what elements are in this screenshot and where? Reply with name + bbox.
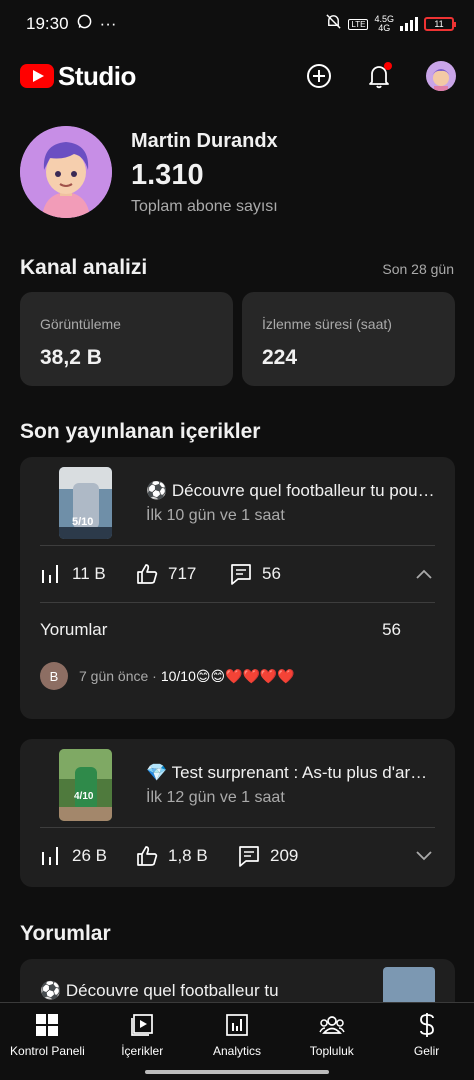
views-stat: 26 B xyxy=(40,846,136,866)
commenter-avatar: B xyxy=(40,662,68,690)
likes-stat: 717 xyxy=(136,563,230,585)
silent-alarm-icon xyxy=(325,13,342,35)
thumbnail-label: 4/10 xyxy=(74,791,94,802)
bar-chart-icon xyxy=(42,847,58,865)
metric-card-watch-time[interactable]: İzlenme süresi (saat) 224 xyxy=(242,292,455,386)
video-title: 💎 Test surprenant : As-tu plus d'argent xyxy=(146,763,435,782)
video-age: İlk 12 gün ve 1 saat xyxy=(146,789,285,806)
notifications-button[interactable] xyxy=(366,62,392,89)
content-icon xyxy=(129,1012,155,1038)
bar-chart-icon xyxy=(42,565,58,583)
recent-header: Son yayınlanan içerikler xyxy=(20,420,454,444)
nav-item-community[interactable]: Topluluk xyxy=(284,1003,379,1080)
app-header: Studio xyxy=(0,48,474,104)
thumbnail-label: 5/10 xyxy=(72,516,93,528)
nav-label: Gelir xyxy=(413,1044,440,1058)
home-indicator[interactable] xyxy=(145,1070,329,1074)
account-avatar[interactable] xyxy=(426,61,456,91)
video-card: 5/10 ⚽ Découvre quel footballeur tu pour… xyxy=(20,457,455,719)
nav-item-dashboard[interactable]: Kontrol Paneli xyxy=(0,1003,95,1080)
comments-section-header: Yorumlar xyxy=(20,922,454,946)
comment-preview-thumbnail xyxy=(383,967,435,1007)
video-title: ⚽ Découvre quel footballeur tu pourrais … xyxy=(146,481,435,500)
nav-item-content[interactable]: İçerikler xyxy=(95,1003,190,1080)
video-stats: 11 B 717 56 xyxy=(20,546,455,602)
comment-item[interactable]: B 7 gün önce · 10/10😊😊❤️❤️❤️❤️ xyxy=(20,657,455,695)
nav-label: Kontrol Paneli xyxy=(10,1044,85,1058)
metric-label: İzlenme süresi (saat) xyxy=(262,316,392,332)
chevron-up-icon xyxy=(416,569,432,579)
nav-label: Topluluk xyxy=(309,1044,354,1058)
comments-header[interactable]: Yorumlar 56 xyxy=(20,603,455,657)
channel-profile: Martin Durandx 1.310 Toplam abone sayısı xyxy=(20,126,278,218)
nav-item-analytics[interactable]: Analytics xyxy=(190,1003,285,1080)
likes-stat: 1,8 B xyxy=(136,845,238,867)
nav-label: Analytics xyxy=(212,1044,261,1058)
comments-total: 56 xyxy=(382,620,401,639)
channel-name: Martin Durandx xyxy=(131,130,278,152)
comment-preview-title: ⚽ Découvre quel footballeur tu xyxy=(40,981,279,1000)
status-more: ··· xyxy=(99,14,117,33)
video-thumbnail[interactable]: 5/10 xyxy=(59,467,112,539)
channel-avatar[interactable] xyxy=(20,126,112,218)
earn-icon xyxy=(414,1012,440,1038)
subscriber-count: 1.310 xyxy=(131,159,204,191)
comments-label: Yorumlar xyxy=(40,620,108,639)
metric-label: Görüntüleme xyxy=(40,316,121,332)
video-stats: 26 B 1,8 B 209 xyxy=(20,828,455,884)
signal-icon xyxy=(400,17,418,31)
dashboard-icon xyxy=(34,1012,60,1038)
comment-icon xyxy=(239,846,259,867)
subscriber-label: Toplam abone sayısı xyxy=(131,198,278,215)
comments-stat: 209 xyxy=(238,845,298,867)
youtube-play-icon xyxy=(20,64,54,88)
analytics-period[interactable]: Son 28 gün xyxy=(382,261,454,277)
expand-button[interactable] xyxy=(413,845,435,867)
metric-card-views[interactable]: Görüntüleme 38,2 B xyxy=(20,292,233,386)
analytics-title: Kanal analizi xyxy=(20,256,148,279)
video-row[interactable]: 4/10 💎 Test surprenant : As-tu plus d'ar… xyxy=(20,739,455,827)
chevron-down-icon xyxy=(416,851,432,861)
status-time: 19:30 xyxy=(26,14,69,33)
comment-time: 7 gün önce · xyxy=(79,668,157,684)
views-count: 11 B xyxy=(72,564,106,583)
metric-value: 224 xyxy=(262,346,298,369)
video-row[interactable]: 5/10 ⚽ Découvre quel footballeur tu pour… xyxy=(20,457,455,545)
views-stat: 11 B xyxy=(40,564,136,584)
status-bar: 19:30 ··· LTE 4.5G 4G 11 xyxy=(0,0,474,48)
comment-icon xyxy=(231,564,251,585)
metric-value: 38,2 B xyxy=(40,346,102,369)
comments-count: 209 xyxy=(270,846,299,865)
create-button[interactable] xyxy=(306,63,332,89)
video-thumbnail[interactable]: 4/10 xyxy=(59,749,112,821)
nav-label: İçerikler xyxy=(121,1044,164,1058)
comments-section-title: Yorumlar xyxy=(20,922,111,945)
video-card: 4/10 💎 Test surprenant : As-tu plus d'ar… xyxy=(20,739,455,887)
nav-item-earn[interactable]: Gelir xyxy=(379,1003,474,1080)
analytics-icon xyxy=(224,1012,250,1038)
views-count: 26 B xyxy=(72,846,107,865)
bottom-nav: Kontrol Paneli İçerikler Analytics Toplu… xyxy=(0,1002,474,1080)
battery-level: 11 xyxy=(434,19,444,29)
likes-count: 1,8 B xyxy=(168,846,208,865)
plus-circle-icon xyxy=(307,64,331,88)
notification-badge xyxy=(384,62,392,70)
battery-icon: 11 xyxy=(424,17,456,31)
whatsapp-icon xyxy=(77,14,92,34)
thumbs-up-icon xyxy=(137,564,158,584)
comments-count: 56 xyxy=(262,564,281,583)
comment-text: 10/10😊😊❤️❤️❤️❤️ xyxy=(160,667,295,684)
analytics-header: Kanal analizi Son 28 gün xyxy=(20,256,454,280)
logo-text: Studio xyxy=(58,60,136,91)
video-age: İlk 10 gün ve 1 saat xyxy=(146,507,285,524)
collapse-button[interactable] xyxy=(413,563,435,585)
community-icon xyxy=(319,1012,345,1038)
comments-stat: 56 xyxy=(230,563,281,585)
likes-count: 717 xyxy=(168,564,197,583)
studio-logo[interactable]: Studio xyxy=(20,61,136,92)
thumbs-up-icon xyxy=(137,846,158,866)
recent-title: Son yayınlanan içerikler xyxy=(20,420,261,443)
volte-icon: LTE xyxy=(348,18,369,30)
network-indicator: 4.5G 4G xyxy=(374,14,394,33)
